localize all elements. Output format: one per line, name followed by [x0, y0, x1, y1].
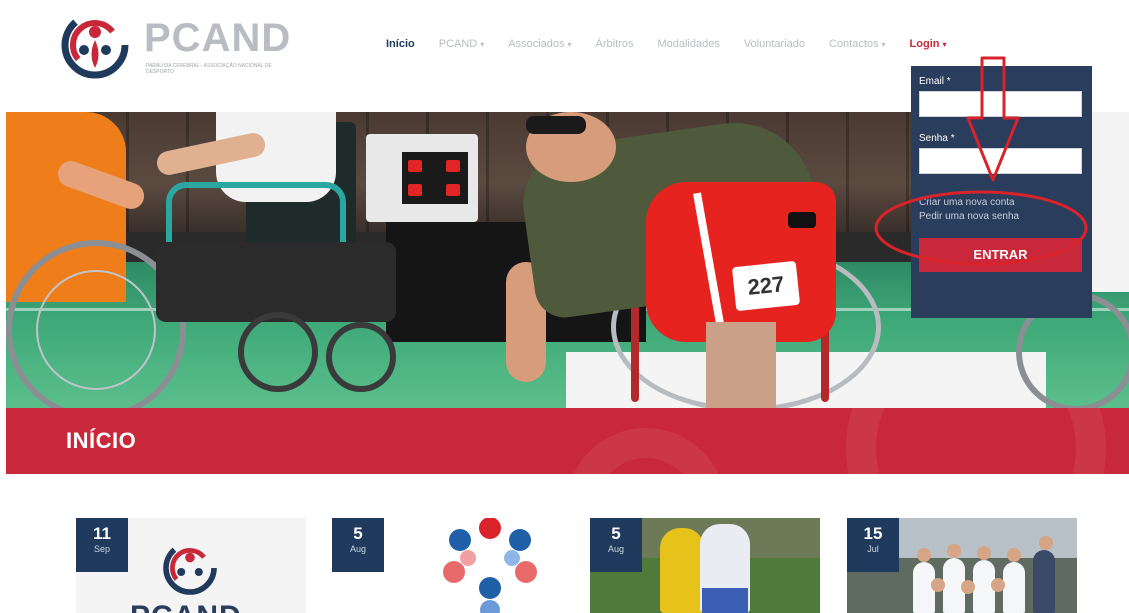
nav-item-modalidades[interactable]: Modalidades	[657, 38, 719, 50]
date-month: Aug	[607, 544, 624, 554]
email-field[interactable]	[919, 91, 1082, 117]
bib-number: 227	[731, 260, 801, 312]
main-nav: Início PCAND ▾ Associados ▾ Árbitros Modal…	[386, 36, 947, 52]
nav-item-label: Início	[386, 38, 415, 50]
chevron-down-icon: ▾	[480, 40, 485, 49]
create-account-link[interactable]: Criar uma nova conta	[919, 196, 1084, 210]
date-badge: 15 Jul	[847, 518, 899, 572]
date-month: Jul	[867, 544, 879, 554]
chevron-down-icon: ▾	[881, 40, 886, 49]
nav-item-pcand[interactable]: PCAND ▾	[439, 38, 485, 50]
date-day: 11	[93, 524, 111, 543]
news-card[interactable]: 5 Aug	[332, 518, 562, 613]
nav-item-label: PCAND	[438, 38, 478, 50]
pcand-logo-icon	[61, 11, 129, 79]
nav-item-login[interactable]: Login ▾	[910, 38, 947, 50]
news-list: 11 Sep PCAND 5 Aug	[0, 518, 1129, 613]
date-badge: 11 Sep	[76, 518, 128, 572]
date-day: 5	[353, 524, 363, 543]
login-dropdown: Email * Senha * Criar uma nova conta Ped…	[911, 66, 1092, 318]
login-submit-button[interactable]: ENTRAR	[919, 238, 1082, 272]
news-card[interactable]: 15 Jul	[847, 518, 1077, 613]
site-logo[interactable]: PCAND Paralisia Cerebral - Associação Na…	[60, 8, 310, 88]
nav-item-label: Árbitros	[595, 38, 634, 50]
chevron-down-icon: ▾	[942, 40, 947, 49]
nav-item-label: Contactos	[829, 38, 879, 50]
nav-item-associados[interactable]: Associados ▾	[508, 38, 571, 50]
password-field[interactable]	[919, 148, 1082, 174]
nav-item-label: Associados	[508, 38, 565, 50]
logo-tagline: Paralisia Cerebral - Associação Nacional…	[146, 63, 272, 75]
account-links: Criar uma nova conta Pedir uma nova senh…	[919, 196, 1084, 224]
card-logo-text: PCAND	[130, 600, 242, 613]
forgot-password-link[interactable]: Pedir uma nova senha	[919, 210, 1084, 224]
power-wheelchair	[156, 242, 396, 322]
asterisk-logo-icon	[443, 518, 537, 613]
news-card[interactable]: 11 Sep PCAND	[76, 518, 306, 613]
nav-item-label: Modalidades	[657, 38, 720, 50]
nav-item-contactos[interactable]: Contactos ▾	[829, 38, 886, 50]
pcand-logo-icon	[163, 541, 217, 595]
date-month: Sep	[93, 544, 110, 554]
chevron-down-icon: ▾	[567, 40, 572, 49]
logo-wordmark: PCAND	[144, 16, 292, 60]
date-badge: 5 Aug	[590, 518, 642, 572]
nav-item-arbitros[interactable]: Árbitros	[596, 38, 634, 50]
page-title-band: INÍCIO	[6, 408, 1129, 474]
nav-item-label: Login	[909, 38, 940, 50]
page-title: INÍCIO	[66, 428, 137, 453]
date-badge: 5 Aug	[332, 518, 384, 572]
nav-item-inicio[interactable]: Início	[386, 38, 415, 50]
nav-item-voluntariado[interactable]: Voluntariado	[744, 38, 805, 50]
news-card[interactable]: 5 Aug	[590, 518, 820, 613]
password-label: Senha *	[919, 133, 955, 144]
date-month: Aug	[349, 544, 366, 554]
date-day: 15	[863, 524, 883, 543]
nav-item-label: Voluntariado	[743, 38, 805, 50]
email-label: Email *	[919, 76, 951, 87]
date-day: 5	[611, 524, 621, 543]
